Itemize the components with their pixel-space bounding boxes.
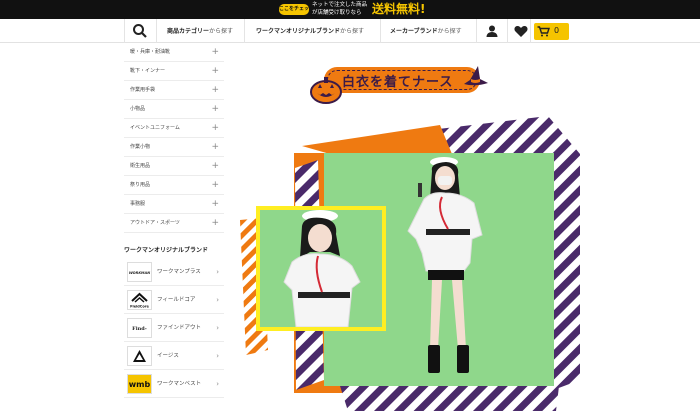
- brands-heading: ワークマンオリジナルブランド: [124, 247, 209, 254]
- brand-logo: WORKMAN PLUS: [127, 262, 152, 282]
- chevron-right-icon: ›: [216, 380, 219, 388]
- plus-icon: +: [211, 161, 219, 171]
- plus-icon: +: [211, 47, 219, 57]
- sidebar: 暖・兵庫・耐油靴 + 靴下・インナー + 作業用手袋 + 小物品 + イベントユニフォー…: [124, 43, 224, 398]
- check-badge: ここをチェック!: [279, 4, 309, 23]
- category-item[interactable]: 暖・兵庫・耐油靴 +: [124, 43, 224, 62]
- brand-item[interactable]: wmb ワークマンベスト ›: [124, 370, 224, 398]
- category-item[interactable]: 衛生用品 +: [124, 157, 224, 176]
- cart-icon: [537, 26, 550, 37]
- plus-icon: +: [211, 180, 219, 190]
- brand-search-link[interactable]: ワークマンオリジナルブランドから探す: [256, 26, 364, 35]
- brand-logo: Find-Out: [127, 318, 152, 338]
- header-nav: 商品カテゴリーから探す ワークマンオリジナルブランドから探す メーカーブランドか…: [0, 19, 700, 43]
- maker-search-link[interactable]: メーカーブランドから探す: [390, 26, 462, 35]
- category-item[interactable]: 小物品 +: [124, 100, 224, 119]
- secondary-photo: [256, 206, 386, 331]
- user-icon[interactable]: [484, 23, 500, 39]
- brand-item[interactable]: Find-Out ファインドアウト ›: [124, 314, 224, 342]
- promo-message: ネットで注文した商品が店舗受け取りなら: [312, 2, 368, 16]
- chevron-right-icon: ›: [216, 296, 219, 304]
- plus-icon: +: [211, 218, 219, 228]
- nurse-figure-closeup: [283, 210, 361, 328]
- plus-icon: +: [211, 104, 219, 114]
- brand-logo: wmb: [127, 374, 152, 394]
- hero-visual: 白衣を着てナース: [240, 50, 580, 411]
- cart-count: 0: [554, 26, 560, 35]
- witch-hat-icon: [464, 66, 488, 86]
- category-item[interactable]: 作業小物 +: [124, 138, 224, 157]
- plus-icon: +: [211, 123, 219, 133]
- brand-logo: FieldCore: [127, 290, 152, 310]
- category-item[interactable]: アウトドア・スポーツ +: [124, 214, 224, 233]
- chevron-right-icon: ›: [216, 352, 219, 360]
- category-item[interactable]: 作業用手袋 +: [124, 81, 224, 100]
- plus-icon: +: [211, 85, 219, 95]
- heart-icon[interactable]: [513, 23, 529, 39]
- jack-o-lantern-icon: [310, 77, 342, 104]
- search-icon[interactable]: [132, 23, 148, 39]
- plus-icon: +: [211, 142, 219, 152]
- category-item[interactable]: 靴下・インナー +: [124, 62, 224, 81]
- brand-logo: [127, 346, 152, 366]
- plus-icon: +: [211, 199, 219, 209]
- svg-text:FieldCore: FieldCore: [130, 305, 149, 309]
- cart-button[interactable]: 0: [534, 23, 569, 40]
- brand-item[interactable]: イージス ›: [124, 342, 224, 370]
- title-banner: 白衣を着てナース: [310, 62, 488, 105]
- plus-icon: +: [211, 66, 219, 76]
- category-item[interactable]: イベントユニフォーム +: [124, 119, 224, 138]
- chevron-right-icon: ›: [216, 324, 219, 332]
- category-item[interactable]: 事務服 +: [124, 195, 224, 214]
- brand-item[interactable]: WORKMAN PLUS ワークマンプラス ›: [124, 258, 224, 286]
- chevron-right-icon: ›: [216, 268, 219, 276]
- free-shipping-label: 送料無料!: [372, 2, 426, 16]
- category-search-link[interactable]: 商品カテゴリーから探す: [167, 26, 233, 35]
- banner-title: 白衣を着てナース: [342, 75, 454, 90]
- promo-topbar[interactable]: ここをチェック! ネットで注文した商品が店舗受け取りなら 送料無料!: [0, 0, 700, 23]
- brand-item[interactable]: FieldCore フィールドコア ›: [124, 286, 224, 314]
- category-item[interactable]: 祭り用品 +: [124, 176, 224, 195]
